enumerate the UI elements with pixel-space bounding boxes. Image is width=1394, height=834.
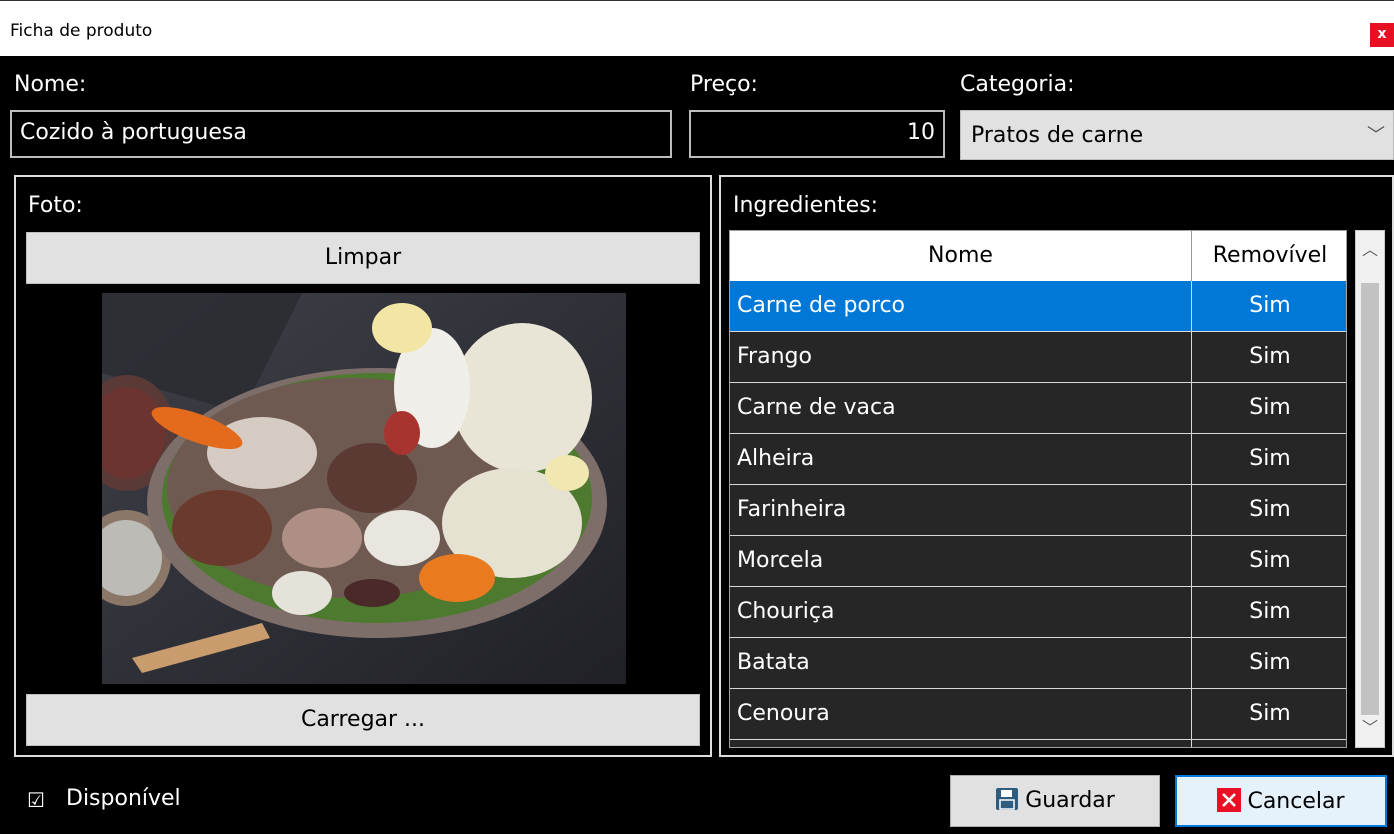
guardar-label: Guardar [1025,788,1115,813]
cell-removivel: Sim [1249,497,1291,522]
table-row[interactable] [730,740,1346,747]
cancel-icon [1217,788,1242,812]
scrollbar-thumb[interactable] [1361,283,1379,715]
table-row[interactable]: Carne de porco Sim [730,281,1346,332]
cancelar-button[interactable]: Cancelar [1175,775,1387,827]
chevron-down-icon: ﹀ [1367,125,1385,146]
column-header-nome[interactable]: Nome [730,231,1192,281]
table-row[interactable]: Chouriça Sim [730,587,1346,638]
table-header: Nome Removível [730,231,1346,281]
categoria-select[interactable]: Pratos de carne ﹀ [960,110,1394,160]
nome-input[interactable]: Cozido à portuguesa [10,110,672,158]
cell-nome: Chouriça [730,587,1192,638]
cell-removivel: Sim [1249,344,1291,369]
table-row[interactable]: Farinheira Sim [730,485,1346,536]
cell-nome: Carne de porco [730,281,1192,332]
window-title: Ficha de produto [10,21,153,41]
cell-nome: Alheira [730,434,1192,485]
cancelar-label: Cancelar [1247,789,1345,814]
save-icon [996,788,1019,810]
close-button[interactable]: x [1370,23,1394,47]
categoria-value: Pratos de carne [971,123,1144,148]
cozido-photo-image [102,293,626,684]
cell-removivel: Sim [1249,548,1291,573]
table-row[interactable]: Batata Sim [730,638,1346,689]
table-row[interactable]: Alheira Sim [730,434,1346,485]
scroll-down-icon[interactable]: ﹀ [1356,709,1384,747]
cell-nome: Cenoura [730,689,1192,740]
disponivel-checkbox[interactable]: ☑ [26,790,46,810]
cell-removivel: Sim [1249,599,1291,624]
table-row[interactable]: Carne de vaca Sim [730,383,1346,434]
cell-removivel: Sim [1249,395,1291,420]
cell-nome: Carne de vaca [730,383,1192,434]
title-bar: Ficha de produto x [0,0,1394,56]
ingredientes-scrollbar[interactable]: ︿ ﹀ [1355,230,1385,748]
ingredientes-label: Ingredientes: [733,193,879,218]
table-row[interactable]: Frango Sim [730,332,1346,383]
product-photo [102,293,626,684]
cell-nome: Batata [730,638,1192,689]
column-header-removivel[interactable]: Removível [1192,231,1346,281]
preco-input[interactable]: 10 [689,110,945,158]
carregar-button[interactable]: Carregar ... [26,694,700,746]
disponivel-label: Disponível [66,786,181,811]
ingredientes-table[interactable]: Nome Removível Carne de porco Sim Frango… [729,230,1347,748]
cell-nome: Frango [730,332,1192,383]
cell-removivel: Sim [1249,293,1291,318]
limpar-button[interactable]: Limpar [26,232,700,284]
cell-removivel: Sim [1249,701,1291,726]
cell-nome: Farinheira [730,485,1192,536]
categoria-label: Categoria: [960,72,1075,97]
table-row[interactable]: Cenoura Sim [730,689,1346,740]
nome-label: Nome: [14,72,87,97]
foto-label: Foto: [28,193,83,218]
cell-nome: Morcela [730,536,1192,587]
scroll-up-icon[interactable]: ︿ [1356,231,1384,269]
guardar-button[interactable]: Guardar [950,775,1160,827]
preco-label: Preço: [690,72,758,97]
table-row[interactable]: Morcela Sim [730,536,1346,587]
cell-removivel: Sim [1249,650,1291,675]
cell-removivel: Sim [1249,446,1291,471]
